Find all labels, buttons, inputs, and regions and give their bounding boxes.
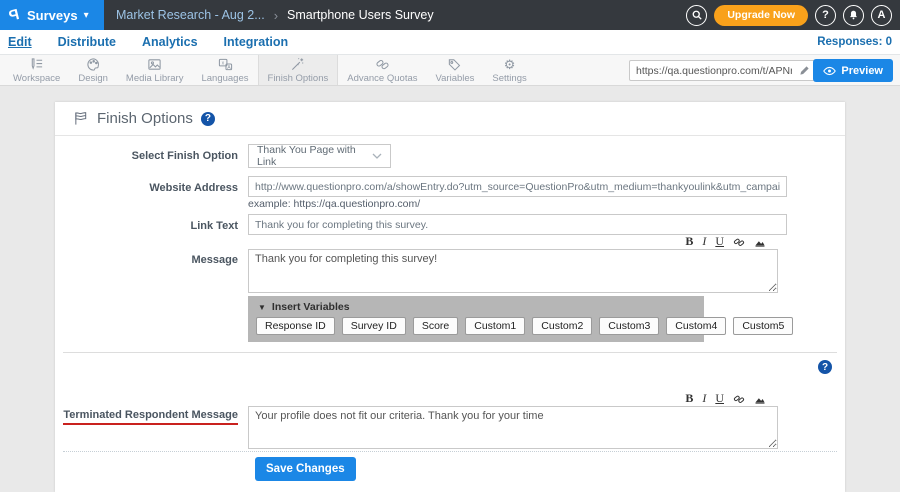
italic-button[interactable]: I xyxy=(702,392,706,405)
page-title: Finish Options xyxy=(97,110,193,127)
product-name: Surveys xyxy=(27,8,78,23)
link-text-label: Link Text xyxy=(55,220,238,232)
insert-link-icon[interactable] xyxy=(733,393,745,405)
finish-option-label: Select Finish Option xyxy=(55,150,238,162)
tab-edit[interactable]: Edit xyxy=(8,35,32,49)
tab-distribute[interactable]: Distribute xyxy=(58,35,116,49)
bold-button[interactable]: B xyxy=(685,235,693,248)
survey-url-input[interactable] xyxy=(630,61,794,80)
help-button[interactable]: ? xyxy=(815,5,836,26)
italic-button[interactable]: I xyxy=(702,235,706,248)
message-format-toolbar: B I U xyxy=(248,235,778,248)
tab-integration[interactable]: Integration xyxy=(224,35,289,49)
variable-custom3-button[interactable]: Custom3 xyxy=(599,317,659,335)
top-header: P Surveys ▾ Market Research - Aug 2... ›… xyxy=(0,0,900,30)
underline-button[interactable]: U xyxy=(715,235,724,248)
terminated-message-label: Terminated Respondent Message xyxy=(55,409,238,425)
gear-icon: ⚙ xyxy=(504,57,516,72)
image-icon xyxy=(147,57,162,72)
upgrade-now-button[interactable]: Upgrade Now xyxy=(714,5,808,26)
terminated-message-textarea[interactable]: Your profile does not fit our criteria. … xyxy=(248,406,778,449)
edit-url-pencil-icon[interactable] xyxy=(794,65,814,76)
select-chevron-icon xyxy=(372,153,382,159)
terminated-help-icon[interactable]: ? xyxy=(818,360,832,374)
palette-icon xyxy=(86,57,101,72)
search-icon xyxy=(691,9,703,21)
toolbar-item-finish-options[interactable]: Finish Options xyxy=(258,55,339,85)
toolbar-item-variables[interactable]: Variables xyxy=(427,55,484,85)
surveys-menu[interactable]: P Surveys ▾ xyxy=(0,0,104,30)
underline-button[interactable]: U xyxy=(715,392,724,405)
message-label: Message xyxy=(55,254,238,266)
bold-button[interactable]: B xyxy=(685,392,693,405)
main-nav: Edit Distribute Analytics Integration Re… xyxy=(0,30,900,55)
insert-link-icon[interactable] xyxy=(733,236,745,248)
link-text-input[interactable] xyxy=(248,214,787,235)
breadcrumb-survey[interactable]: Smartphone Users Survey xyxy=(287,8,434,22)
svg-text:x: x xyxy=(221,61,224,67)
variable-custom4-button[interactable]: Custom4 xyxy=(666,317,726,335)
chain-link-icon xyxy=(375,57,390,72)
toolbar-item-settings[interactable]: ⚙ Settings xyxy=(483,55,535,85)
questionpro-logo: P xyxy=(7,6,21,25)
finish-options-help-icon[interactable]: ? xyxy=(201,112,215,126)
dotted-divider xyxy=(63,451,837,452)
tag-icon xyxy=(447,57,462,72)
website-address-input[interactable] xyxy=(248,176,787,197)
svg-text:A: A xyxy=(227,65,231,71)
insert-image-icon[interactable] xyxy=(754,393,766,405)
tab-analytics[interactable]: Analytics xyxy=(142,35,198,49)
toolbar-item-workspace[interactable]: Workspace xyxy=(4,55,69,85)
insert-variables-panel: ▼ Insert Variables Response ID Survey ID… xyxy=(248,296,704,342)
eye-icon xyxy=(823,66,836,76)
finish-flag-icon xyxy=(73,111,89,126)
panel-header: Finish Options ? xyxy=(55,102,845,136)
toolbar-item-languages[interactable]: xA Languages xyxy=(192,55,257,85)
website-example-note: example: https://qa.questionpro.com/ xyxy=(248,198,420,210)
terminated-format-toolbar: B I U xyxy=(248,392,778,405)
save-changes-button[interactable]: Save Changes xyxy=(255,457,356,481)
chevron-down-icon: ▾ xyxy=(84,10,89,21)
variable-custom2-button[interactable]: Custom2 xyxy=(532,317,592,335)
website-address-label: Website Address xyxy=(55,182,238,194)
breadcrumb-folder[interactable]: Market Research - Aug 2... xyxy=(116,8,265,22)
toolbar-item-media-library[interactable]: Media Library xyxy=(117,55,193,85)
survey-url-box xyxy=(629,60,821,81)
avatar[interactable]: A xyxy=(871,5,892,26)
section-divider xyxy=(63,352,837,353)
search-button[interactable] xyxy=(686,5,707,26)
finish-option-select[interactable]: Thank You Page with Link xyxy=(248,144,391,168)
variable-custom1-button[interactable]: Custom1 xyxy=(465,317,525,335)
toolbar-item-advance-quotas[interactable]: Advance Quotas xyxy=(338,55,426,85)
breadcrumb-separator-icon: › xyxy=(274,8,278,23)
toolbar-item-design[interactable]: Design xyxy=(69,55,117,85)
insert-image-icon[interactable] xyxy=(754,236,766,248)
bell-icon xyxy=(848,9,859,21)
question-icon: ? xyxy=(822,9,829,21)
variable-survey-id-button[interactable]: Survey ID xyxy=(342,317,406,335)
workspace-icon xyxy=(29,57,44,72)
translate-icon: xA xyxy=(218,57,233,72)
variable-buttons-row: Response ID Survey ID Score Custom1 Cust… xyxy=(248,313,704,335)
responses-count[interactable]: Responses: 0 xyxy=(817,36,892,48)
notifications-button[interactable] xyxy=(843,5,864,26)
collapse-arrow-icon: ▼ xyxy=(258,303,266,312)
preview-button[interactable]: Preview xyxy=(813,59,893,82)
variable-response-id-button[interactable]: Response ID xyxy=(256,317,335,335)
avatar-letter: A xyxy=(878,9,886,21)
breadcrumb: Market Research - Aug 2... › Smartphone … xyxy=(116,8,434,23)
variable-score-button[interactable]: Score xyxy=(413,317,458,335)
variable-custom5-button[interactable]: Custom5 xyxy=(733,317,793,335)
magic-wand-icon xyxy=(290,57,305,72)
edit-toolbar: Workspace Design Media Library xA Langua… xyxy=(0,55,900,86)
message-textarea[interactable]: Thank you for completing this survey! xyxy=(248,249,778,293)
insert-variables-toggle[interactable]: ▼ Insert Variables xyxy=(248,296,704,313)
finish-options-panel: Finish Options ? Select Finish Option Th… xyxy=(55,102,845,492)
header-actions: Upgrade Now ? A xyxy=(686,0,892,30)
